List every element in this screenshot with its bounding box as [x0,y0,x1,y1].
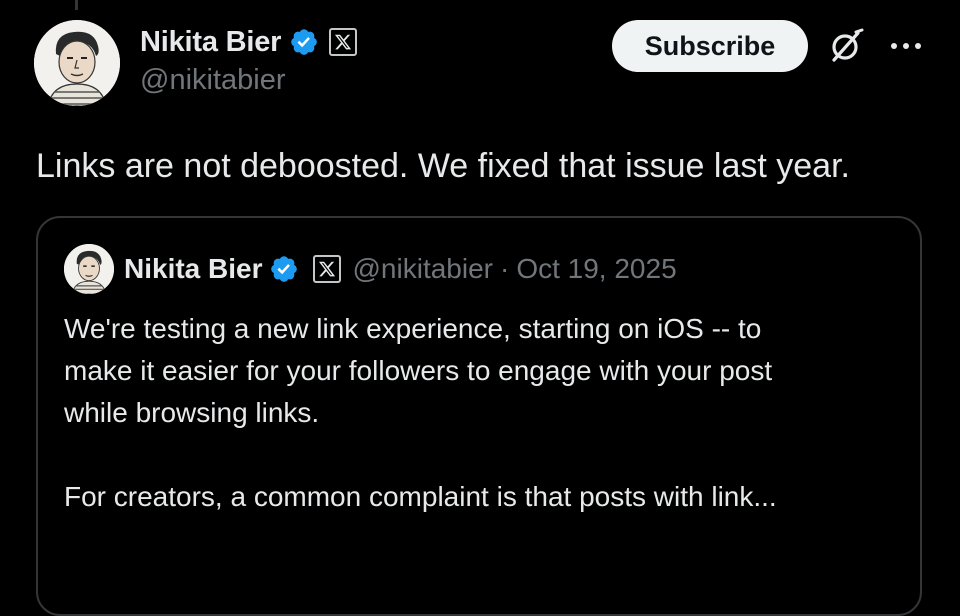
more-dots-icon[interactable] [886,34,926,58]
post-text: Links are not deboosted. We fixed that i… [36,147,850,185]
affiliation-x-badge[interactable] [329,28,358,56]
quoted-author-avatar [64,244,114,294]
quoted-author-handle: @nikitabier [352,253,493,284]
quoted-post-paragraph-2: For creators, a common complaint is that… [64,481,777,512]
x-logo-icon [318,261,335,277]
separator-dot: · [499,253,510,284]
quoted-post-body: We're testing a new link experience, sta… [64,308,904,518]
quoted-affiliation-x-badge [312,255,341,283]
quoted-post-line: while browsing links. [64,397,320,428]
verified-badge-icon [270,256,297,282]
author-handle[interactable]: @nikitabier [140,64,357,97]
author-display-name[interactable]: Nikita Bier [140,26,281,59]
author-info: Nikita Bier @nikitabier [140,22,358,97]
verified-badge-icon [291,29,318,55]
quoted-author-display-name: Nikita Bier [124,253,263,284]
quoted-post-paragraph: We're testing a new link experience, sta… [64,308,904,434]
thread-connector-line [75,0,78,10]
grok-icon[interactable] [826,26,866,66]
author-avatar[interactable] [34,20,120,106]
quoted-post-line: We're testing a new link experience, sta… [64,313,762,344]
quoted-post-line: make it easier for your followers to eng… [64,355,773,386]
quoted-post-header: Nikita Bier @nikitabier · Oct 19, 2025 [64,244,677,294]
author-name-row: Nikita Bier [140,22,358,62]
x-logo-icon [335,34,352,50]
quoted-post-date: Oct 19, 2025 [516,253,677,284]
subscribe-button[interactable]: Subscribe [612,20,808,72]
quoted-post-card[interactable]: Nikita Bier @nikitabier · Oct 19, 2025 W… [36,216,922,616]
